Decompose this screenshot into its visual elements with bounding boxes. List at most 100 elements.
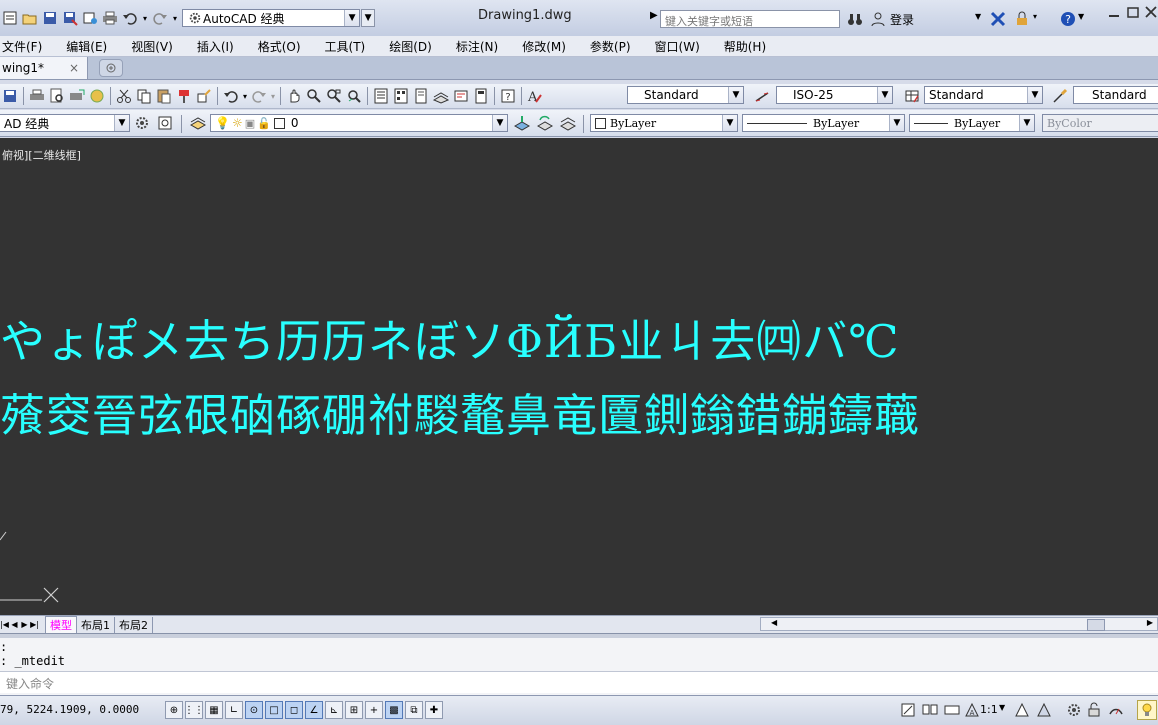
quick-view-layouts-icon[interactable] [921,701,939,719]
workspace-switching-icon[interactable] [1065,701,1083,719]
user-icon[interactable] [869,10,887,28]
undo-icon[interactable] [121,9,139,27]
layer-dropdown[interactable]: 💡 ☼ ▣ 🔓 0 ▼ [210,114,508,132]
pan-icon[interactable] [285,87,303,105]
redo-icon[interactable] [151,9,169,27]
print-icon[interactable] [101,9,119,27]
undo-dropdown-icon[interactable]: ▾ [243,92,247,101]
connect-dropdown-icon[interactable]: ▾ [1033,12,1037,21]
help-icon[interactable]: ? [1059,10,1077,28]
annotation-scale-value[interactable]: 1:1 [980,703,998,716]
match-properties-icon[interactable] [175,87,193,105]
menu-item-view[interactable]: 视图(V) [131,38,173,55]
login-dropdown-icon[interactable]: ▼ [975,12,981,21]
calculator-icon[interactable] [472,87,490,105]
minimize-icon[interactable] [1106,4,1122,20]
layer-properties-icon[interactable] [189,114,207,132]
customize-icon[interactable] [156,114,174,132]
web-icon[interactable] [81,9,99,27]
redo-icon[interactable] [250,87,268,105]
horizontal-scrollbar[interactable]: ◀ ▶ [760,617,1158,631]
multileader-style-dropdown[interactable]: Standard [1073,86,1158,104]
help-icon[interactable]: ? [499,87,517,105]
quick-view-drawings-icon[interactable] [943,701,961,719]
zoom-previous-icon[interactable] [345,87,363,105]
save-icon[interactable] [41,9,59,27]
menu-item-window[interactable]: 窗口(W) [655,38,700,55]
layer-state-icon[interactable] [559,114,577,132]
redo-dropdown-icon[interactable]: ▾ [173,14,177,23]
color-dropdown[interactable]: ByLayer ▼ [590,114,738,132]
menu-item-dimension[interactable]: 标注(N) [456,38,498,55]
object-snap-tracking-icon[interactable]: ∠ [305,701,323,719]
zoom-window-icon[interactable] [325,87,343,105]
menu-item-edit[interactable]: 编辑(E) [66,38,107,55]
tab-layout2[interactable]: 布局2 [115,616,153,633]
menu-item-file[interactable]: 文件(F) [2,38,42,55]
redo-dropdown-icon[interactable]: ▾ [271,92,275,101]
selection-cycling-icon[interactable]: ✚ [425,701,443,719]
quick-access-dropdown-icon[interactable]: ▼ [361,9,376,27]
text-style-dropdown[interactable]: Standard ▼ [627,86,744,104]
open-icon[interactable] [21,9,39,27]
document-tab[interactable]: wing1* × [0,57,88,79]
auto-scale-icon[interactable] [1035,701,1053,719]
layer-previous-icon[interactable] [536,114,554,132]
first-layout-icon[interactable]: |◀ [0,618,9,632]
plot-preview-icon[interactable] [48,87,66,105]
multileader-style-icon[interactable] [1051,87,1069,105]
toolbar-lock-icon[interactable] [1085,701,1103,719]
grid-display-icon[interactable]: ▦ [205,701,223,719]
menu-item-insert[interactable]: 插入(I) [197,38,234,55]
tab-model[interactable]: 模型 [45,616,77,633]
last-layout-icon[interactable]: ▶| [30,618,39,632]
paste-icon[interactable] [155,87,173,105]
coordinates-display[interactable]: 79, 5224.1909, 0.0000 [0,703,139,716]
markup-set-icon[interactable] [452,87,470,105]
annotation-scale-icon[interactable]: A [963,701,981,719]
exchange-icon[interactable] [989,10,1007,28]
workspace-switch-dropdown[interactable]: AD 经典 ▼ [0,114,130,132]
object-snap-icon[interactable]: □ [265,701,283,719]
quick-properties-icon[interactable]: ⧉ [405,701,423,719]
workspace-settings-icon[interactable] [133,114,151,132]
ortho-mode-icon[interactable]: ∟ [225,701,243,719]
close-icon[interactable] [1143,4,1158,20]
undo-icon[interactable] [222,87,240,105]
undo-dropdown-icon[interactable]: ▾ [143,14,147,23]
new-tab-icon[interactable] [99,59,123,77]
publish-icon[interactable] [68,87,86,105]
save-icon[interactable] [1,87,19,105]
annotation-visibility-icon[interactable] [1013,701,1031,719]
scrollbar-thumb[interactable] [1087,619,1105,631]
3d-object-snap-icon[interactable]: ◻ [285,701,303,719]
cut-icon[interactable] [115,87,133,105]
command-window-grip[interactable] [0,634,1158,638]
dynamic-ucs-icon[interactable]: ⊾ [325,701,343,719]
dimension-style-icon[interactable] [753,87,771,105]
annotation-scale-dropdown-icon[interactable]: ▼ [999,703,1005,712]
binoculars-icon[interactable] [846,10,864,28]
workspace-dropdown[interactable]: AutoCAD 经典 ▼ [182,9,361,27]
design-center-icon[interactable] [392,87,410,105]
restore-icon[interactable] [1125,4,1141,20]
viewport-label[interactable]: 俯视][二维线框] [2,147,81,163]
drawing-canvas[interactable]: 俯视][二维线框] やょぽメ去ち历历ネぼソΦЙБ业ㄐ去㈣バ℃ 蕵窔晉弦硍硇硺硼祔… [0,138,1158,615]
properties-icon[interactable] [372,87,390,105]
infer-constraints-icon[interactable]: ⊕ [165,701,183,719]
lineweight-toggle-icon[interactable]: + [365,701,383,719]
tool-palettes-icon[interactable] [412,87,430,105]
text-style-icon[interactable]: A [526,87,544,105]
menu-item-help[interactable]: 帮助(H) [724,38,766,55]
menu-item-parametric[interactable]: 参数(P) [590,38,631,55]
help-dropdown-icon[interactable]: ▼ [1078,12,1084,21]
menu-item-format[interactable]: 格式(O) [258,38,301,55]
save-as-icon[interactable] [61,9,79,27]
menu-item-modify[interactable]: 修改(M) [522,38,566,55]
model-space-icon[interactable] [899,701,917,719]
table-style-icon[interactable] [903,87,921,105]
login-link[interactable]: 登录 [890,11,914,28]
next-layout-icon[interactable]: ▶ [20,618,29,632]
copy-icon[interactable] [135,87,153,105]
linetype-dropdown[interactable]: ByLayer ▼ [742,114,905,132]
